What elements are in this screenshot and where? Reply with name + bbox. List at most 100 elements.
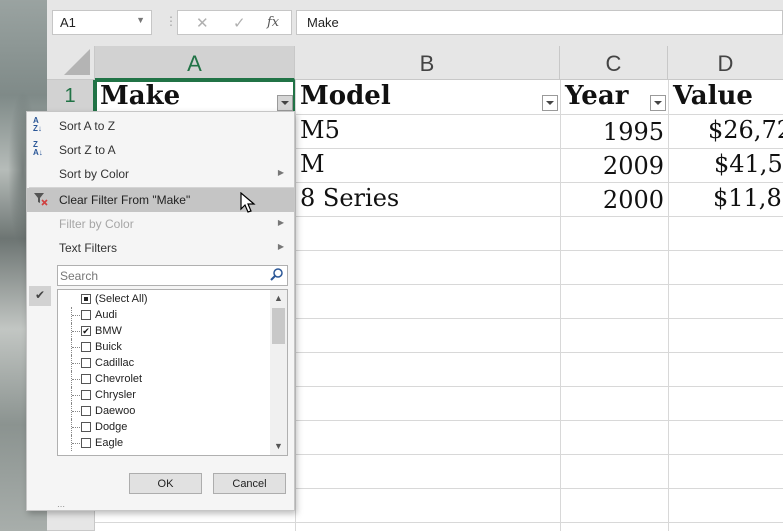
cell-model[interactable]: M5 (300, 116, 555, 149)
cell-value[interactable]: $26,72 (708, 116, 783, 149)
cell-value[interactable]: $41,54 (714, 150, 783, 183)
list-item-label: BMW (95, 325, 122, 337)
menu-item-label: Sort A to Z (59, 119, 116, 133)
formula-buttons: ✕ ✓ fx (177, 10, 292, 35)
insert-function-icon[interactable]: fx (267, 15, 279, 30)
tree-connector (71, 355, 80, 371)
filter-dropdown-model[interactable] (542, 95, 558, 111)
ok-button[interactable]: OK (129, 473, 202, 494)
list-item[interactable]: Cadillac (58, 355, 268, 371)
formula-bar-area: A1 ▼ ⋮ ✕ ✓ fx Make (47, 0, 783, 46)
cell-c1[interactable]: Year (560, 81, 650, 114)
list-item[interactable]: Audi (58, 307, 268, 323)
menu-item-label: Text Filters (59, 241, 118, 255)
cell-year[interactable]: 2000 (560, 186, 668, 219)
cell-model[interactable]: M (300, 150, 555, 183)
checkbox-checked[interactable]: ✔ (81, 326, 91, 336)
column-header-a[interactable]: A (95, 46, 295, 80)
cell-d1[interactable]: Value (668, 81, 783, 114)
column-header-c[interactable]: C (560, 46, 668, 80)
checkbox[interactable] (81, 422, 91, 432)
grid-line (295, 80, 296, 531)
menu-item-label: Clear Filter From "Make" (59, 193, 191, 207)
list-item-label: Eagle (95, 437, 124, 449)
list-item-label: Daewoo (95, 405, 136, 417)
cell-a1[interactable]: Make (95, 81, 275, 114)
autofilter-menu: A Z↓ Sort A to Z Z A↓ Sort Z to A Sort by … (26, 111, 295, 511)
chevron-right-icon: ▶ (277, 242, 284, 251)
sort-ascending-icon: A Z↓ (33, 116, 42, 133)
list-item-label: Audi (95, 309, 118, 321)
cancel-button[interactable]: Cancel (213, 473, 286, 494)
checkmark-icon: ✔ (29, 286, 51, 306)
cell-year[interactable]: 1995 (560, 118, 668, 151)
chevron-down-icon[interactable]: ▼ (136, 15, 145, 25)
chevron-right-icon: ▶ (277, 218, 284, 227)
chevron-right-icon: ▶ (277, 168, 284, 177)
select-all-corner[interactable] (47, 46, 95, 80)
chevron-up-icon[interactable]: ▲ (270, 290, 287, 307)
tree-connector (71, 387, 80, 403)
list-item[interactable]: Dodge (58, 419, 268, 435)
checkbox[interactable] (81, 438, 91, 448)
scrollbar-thumb[interactable] (272, 308, 285, 344)
search-icon (269, 267, 285, 283)
filter-by-color: Filter by Color ▶ (27, 212, 294, 236)
list-item[interactable]: Daewoo (58, 403, 268, 419)
cancel-icon[interactable]: ✕ (196, 14, 209, 32)
list-item-label: Cadillac (95, 357, 135, 369)
list-item-label: (Select All) (95, 293, 148, 305)
select-all-checkbox[interactable] (81, 294, 91, 304)
list-item-label: Dodge (95, 421, 128, 433)
sort-z-to-a[interactable]: Z A↓ Sort Z to A (27, 138, 294, 162)
tree-connector (71, 323, 80, 339)
list-item[interactable]: ✔ BMW (58, 323, 268, 339)
list-item[interactable]: Eagle (58, 435, 268, 451)
checkbox[interactable] (81, 374, 91, 384)
sort-descending-icon: Z A↓ (33, 140, 43, 157)
checkbox[interactable] (81, 390, 91, 400)
search-placeholder: Search (60, 269, 99, 283)
filter-values-list: (Select All) Audi ✔ BMW Buick Cadillac C… (57, 289, 288, 456)
chevron-down-icon[interactable]: ▼ (270, 438, 287, 455)
text-filters[interactable]: Text Filters ▶ (27, 236, 294, 260)
column-header-b[interactable]: B (295, 46, 560, 80)
checkbox[interactable] (81, 406, 91, 416)
checkbox[interactable] (81, 358, 91, 368)
menu-item-label: Filter by Color (59, 217, 134, 231)
cell-value[interactable]: $11,83 (713, 184, 783, 217)
filter-dropdown-make[interactable] (277, 95, 293, 111)
tree-connector (71, 307, 80, 323)
tree-connector (71, 403, 80, 419)
tree-connector (71, 339, 80, 355)
row-header-1[interactable]: 1 (47, 80, 95, 114)
grid-line (95, 522, 783, 523)
filter-dropdown-year[interactable] (650, 95, 666, 111)
formula-input[interactable]: Make (296, 10, 783, 35)
checkbox[interactable] (81, 342, 91, 352)
formula-bar-grip-icon: ⋮ (165, 14, 177, 28)
menu-item-label: Sort Z to A (59, 143, 116, 157)
filter-search-input[interactable]: Search (57, 265, 288, 286)
column-header-d[interactable]: D (668, 46, 783, 80)
list-item[interactable]: (Select All) (58, 291, 268, 307)
name-box-value: A1 (60, 15, 76, 30)
list-item-label: Chrysler (95, 389, 136, 401)
list-item[interactable]: Buick (58, 339, 268, 355)
sort-a-to-z[interactable]: A Z↓ Sort A to Z (27, 114, 294, 138)
list-scrollbar[interactable]: ▲ ▼ (270, 290, 287, 455)
name-box[interactable]: A1 ▼ (52, 10, 152, 35)
list-item[interactable]: Chrysler (58, 387, 268, 403)
checkbox[interactable] (81, 310, 91, 320)
clear-filter-icon (33, 191, 49, 209)
cell-b1[interactable]: Model (295, 81, 540, 114)
resize-grip-icon[interactable]: ⋯ (57, 502, 77, 511)
sort-by-color[interactable]: Sort by Color ▶ (27, 162, 294, 186)
list-item[interactable]: Chevrolet (58, 371, 268, 387)
enter-icon[interactable]: ✓ (233, 14, 246, 32)
cell-model[interactable]: 8 Series (300, 184, 555, 217)
cell-year[interactable]: 2009 (560, 152, 668, 185)
tree-connector (71, 419, 80, 435)
grid-line (668, 80, 669, 531)
list-item-label: Buick (95, 341, 122, 353)
